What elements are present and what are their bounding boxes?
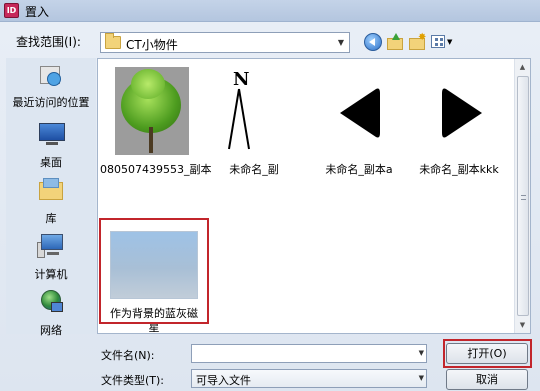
right-arrow-thumbnail [424,67,498,155]
new-folder-icon[interactable]: ✸ [408,33,426,51]
file-name: 080507439553_副本 [100,163,212,176]
file-item[interactable]: 未命名_副本kkk [409,61,509,179]
filename-input[interactable] [192,345,410,362]
left-arrow-thumbnail [324,67,398,155]
place-label: 桌面 [40,156,62,169]
recent-places-icon [37,60,65,88]
place-computer[interactable]: 计算机 [6,230,96,282]
chevron-down-icon[interactable]: ▼ [419,370,424,387]
folder-icon [105,33,121,49]
libraries-icon [37,176,65,204]
vertical-scrollbar[interactable]: ▲ ▼ [514,59,530,333]
places-bar: 最近访问的位置 桌面 库 计算机 网络 [6,58,96,337]
scroll-down-icon[interactable]: ▼ [515,317,530,333]
file-name: 未命名_副本a [325,163,393,176]
highlight-open-button [443,339,532,368]
filetype-label: 文件类型(T): [101,374,165,387]
indesign-app-icon: ID [4,3,19,18]
place-label: 最近访问的位置 [12,96,90,109]
scroll-thumb[interactable] [517,76,529,316]
filetype-dropdown[interactable]: 可导入文件 ▼ [191,369,427,388]
north-arrow-thumbnail: N [219,67,293,155]
file-name: 未命名_副 [229,163,279,176]
place-label: 计算机 [34,268,68,281]
filename-field[interactable]: ▼ [191,344,427,363]
highlight-selected-file [99,218,209,324]
views-menu-icon[interactable]: ▼ [431,33,455,51]
place-label: 库 [45,212,57,225]
chevron-down-icon[interactable]: ▼ [333,33,349,52]
tree-thumbnail [115,67,189,155]
chevron-down-icon[interactable]: ▼ [419,345,424,362]
place-label: 网络 [40,324,62,337]
look-in-value: CT小物件 [126,38,178,52]
network-icon [37,288,65,316]
up-folder-icon[interactable] [386,33,404,51]
file-name: 未命名_副本kkk [419,163,499,176]
scroll-up-icon[interactable]: ▲ [515,59,530,75]
filetype-value: 可导入文件 [196,374,251,387]
file-item[interactable]: 未命名_副本a [309,61,409,179]
look-in-label: 查找范围(I): [16,35,81,49]
computer-icon [37,232,65,260]
filename-label: 文件名(N): [101,349,155,362]
window-title: 置入 [25,5,50,19]
back-icon[interactable] [364,33,382,51]
file-item[interactable]: N 未命名_副 [204,61,304,179]
title-bar: ID 置入 [0,0,540,22]
desktop-icon [37,120,65,148]
look-in-dropdown[interactable]: CT小物件 ▼ [100,32,350,53]
file-item[interactable]: 080507439553_副本 [100,61,212,179]
cancel-button[interactable]: 取消 [446,369,528,390]
place-libraries[interactable]: 库 [6,174,96,226]
place-recent[interactable]: 最近访问的位置 [6,58,96,110]
place-desktop[interactable]: 桌面 [6,118,96,170]
place-network[interactable]: 网络 [6,286,96,338]
